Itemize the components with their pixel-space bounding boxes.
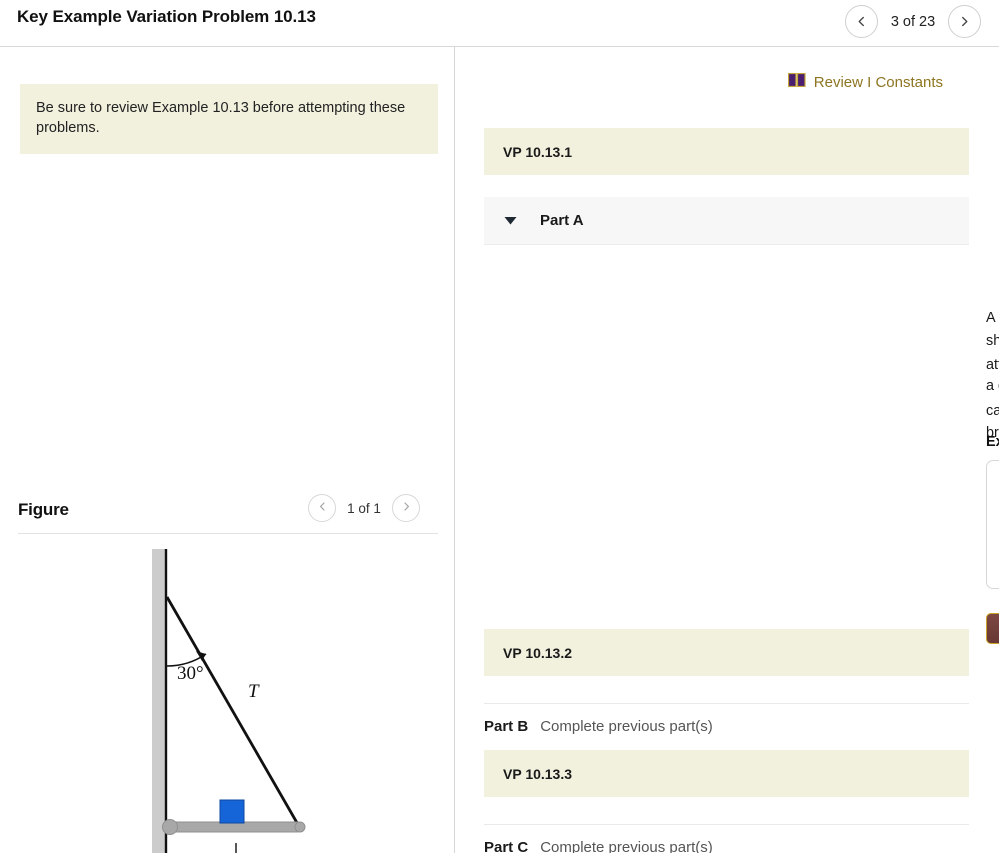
book-icon: [787, 72, 806, 92]
chevron-right-icon: [958, 15, 971, 28]
section-banner-vp2: VP 10.13.2: [484, 629, 969, 676]
top-bar: Key Example Variation Problem 10.13 3 of…: [0, 0, 999, 47]
next-problem-button[interactable]: [948, 5, 981, 38]
wall-shading: [152, 549, 165, 853]
distance-label: x: [193, 848, 202, 853]
angle-label: 30°: [177, 663, 204, 684]
submit-button[interactable]: Submit: [986, 613, 999, 644]
part-b-label: Part B: [484, 718, 529, 735]
hinge: [162, 819, 178, 835]
figure-title: Figure: [18, 500, 69, 519]
part-a-problem-text: A 5.0 kg plank is being held up in a hor…: [986, 305, 999, 443]
left-panel: Be sure to review Example 10.13 before a…: [0, 47, 454, 853]
figure-prev-button[interactable]: [308, 494, 336, 522]
part-c-label: Part C: [484, 839, 529, 853]
figure-diagram[interactable]: 30° T x: [0, 541, 454, 853]
figure-pager: 1 of 1: [308, 494, 420, 522]
figure-count-label: 1 of 1: [347, 500, 381, 516]
answer-widget: μÅ: [986, 460, 999, 589]
review-constants-label: Review I Constants: [813, 74, 943, 91]
figure-header: Figure 1 of 1: [18, 487, 438, 533]
caret-down-icon[interactable]: [503, 214, 517, 228]
prev-problem-button[interactable]: [845, 5, 878, 38]
part-a-header[interactable]: Part A: [484, 197, 969, 245]
figure-divider: [18, 533, 438, 534]
chevron-left-icon: [317, 499, 328, 517]
right-panel: Review I Constants VP 10.13.1 Part A A 5…: [455, 47, 999, 853]
section-banner-vp3: VP 10.13.3: [484, 750, 969, 797]
figure-next-button[interactable]: [392, 494, 420, 522]
part-c-row[interactable]: Part C Complete previous part(s): [484, 824, 969, 853]
chevron-right-icon: [401, 499, 412, 517]
part-b-row[interactable]: Part B Complete previous part(s): [484, 703, 969, 743]
problem-text-1: A 5.0: [986, 310, 999, 326]
part-b-status: Complete previous part(s): [540, 718, 713, 735]
app-root: Key Example Variation Problem 10.13 3 of…: [0, 0, 999, 853]
section-banner-vp1: VP 10.13.1: [484, 128, 969, 175]
part-a-label: Part A: [540, 212, 584, 229]
review-notice: Be sure to review Example 10.13 before a…: [20, 84, 438, 154]
box: [219, 799, 245, 824]
part-c-status: Complete previous part(s): [540, 839, 713, 853]
review-constants-link[interactable]: Review I Constants: [787, 72, 943, 92]
tension-label: T: [248, 681, 260, 702]
express-instruction: Express your answer using the appropriat…: [986, 434, 999, 450]
problem-pager: 3 of 23: [845, 5, 981, 38]
plank-end-pin: [294, 821, 306, 833]
problem-count-label: 3 of 23: [890, 13, 936, 30]
rope-line: [165, 596, 302, 829]
page-title: Key Example Variation Problem 10.13: [17, 7, 316, 26]
chevron-left-icon: [855, 15, 868, 28]
